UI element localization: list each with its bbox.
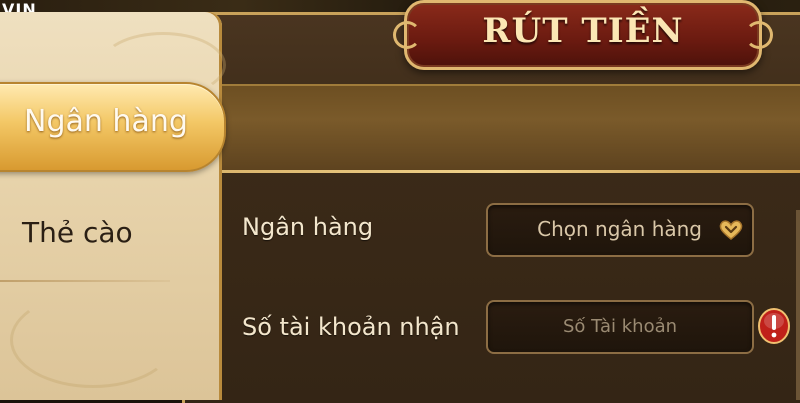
alert-icon[interactable] [758, 307, 790, 345]
tab-bank-label: Ngân hàng [24, 104, 188, 139]
dropdown-heart-icon [719, 220, 743, 240]
tab-bank[interactable]: Ngân hàng [0, 82, 226, 172]
tab-scratch-card-label: Thẻ cào [22, 216, 133, 249]
tab-divider [0, 280, 170, 282]
page-title: RÚT TIỀN [482, 11, 684, 51]
title-banner: RÚT TIỀN [393, 0, 773, 70]
bank-label: Ngân hàng [242, 213, 374, 241]
sidebar: Thẻ cào [0, 12, 226, 400]
account-number-label: Số tài khoản nhận [242, 313, 460, 341]
bank-select-value: Chọn ngân hàng [537, 217, 702, 241]
tab-scratch-card[interactable]: Thẻ cào [0, 200, 200, 270]
panel-right-edge [796, 210, 800, 400]
account-number-input[interactable]: Số Tài khoản [486, 300, 754, 354]
bank-select[interactable]: Chọn ngân hàng [486, 203, 754, 257]
header-band-divider [200, 170, 800, 173]
header-band [200, 84, 800, 170]
account-number-placeholder: Số Tài khoản [562, 316, 678, 337]
